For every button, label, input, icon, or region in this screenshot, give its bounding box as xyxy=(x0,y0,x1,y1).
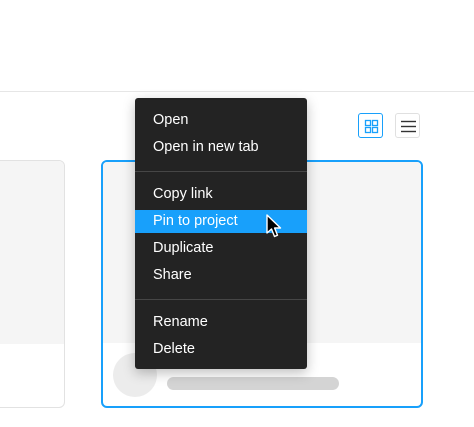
list-view-button[interactable] xyxy=(395,113,420,138)
arrow-pointer-icon xyxy=(266,214,282,238)
menu-separator xyxy=(135,171,307,172)
grid-view-icon xyxy=(364,119,379,134)
menu-item-rename[interactable]: Rename xyxy=(135,311,307,334)
menu-item-open-in-new-tab[interactable]: Open in new tab xyxy=(135,136,307,159)
menu-item-duplicate[interactable]: Duplicate xyxy=(135,237,307,260)
menu-separator xyxy=(135,299,307,300)
menu-item-open[interactable]: Open xyxy=(135,109,307,132)
grid-view-button[interactable] xyxy=(358,113,383,138)
file-card[interactable] xyxy=(0,160,65,408)
menu-item-delete[interactable]: Delete xyxy=(135,338,307,361)
menu-item-share[interactable]: Share xyxy=(135,264,307,287)
file-thumbnail xyxy=(0,161,64,344)
top-bar xyxy=(0,0,474,92)
list-view-icon xyxy=(401,120,416,133)
menu-item-copy-link[interactable]: Copy link xyxy=(135,183,307,206)
file-title-placeholder xyxy=(167,377,339,390)
